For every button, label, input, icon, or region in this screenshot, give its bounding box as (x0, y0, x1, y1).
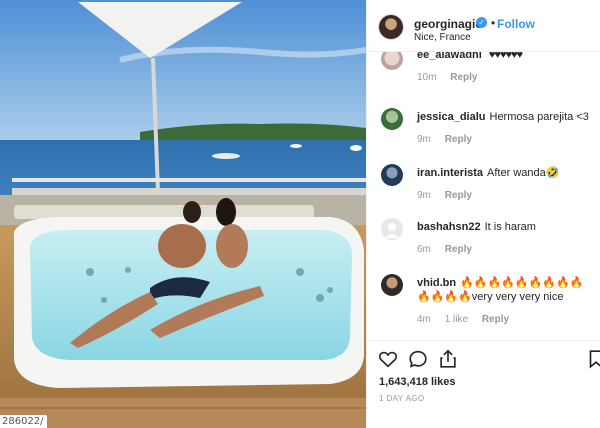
hot-tub-photo (0, 0, 366, 428)
black-heart-icon: ♥ (516, 52, 523, 61)
post-time-ago[interactable]: 1 DAY AGO (379, 394, 425, 403)
default-avatar-icon (385, 223, 399, 238)
comment-icon[interactable] (407, 348, 429, 370)
reply-button[interactable]: Reply (445, 134, 472, 145)
post-photo[interactable]: 286022/ (0, 0, 366, 428)
reply-button[interactable]: Reply (482, 314, 509, 325)
post-actions: 1,643,418 likes (367, 340, 600, 401)
verified-badge-icon: ✓ (476, 17, 487, 28)
like-count[interactable]: 1,643,418 likes (379, 376, 455, 388)
reply-button[interactable]: Reply (450, 72, 477, 83)
comment-username[interactable]: bashahsn22 (417, 221, 481, 233)
commenter-avatar[interactable] (381, 108, 403, 130)
comments-list[interactable]: ee_alawadhi ♥♥♥♥♥♥ 10m Reply jessica_dia… (367, 52, 600, 338)
reply-button[interactable]: Reply (445, 244, 472, 255)
comment-time: 10m (417, 72, 437, 83)
comment-hearts: ♥♥♥♥♥♥ (489, 52, 523, 61)
commenter-avatar[interactable] (381, 164, 403, 186)
header-separator: • (491, 16, 496, 30)
comment-time: 9m (417, 190, 431, 201)
commenter-avatar-placeholder[interactable] (381, 218, 403, 240)
share-icon[interactable] (437, 348, 459, 370)
author-avatar[interactable] (379, 15, 403, 39)
reply-button[interactable]: Reply (445, 190, 472, 201)
comment-text: After wanda🤣 (487, 167, 560, 179)
comment-time: 6m (417, 244, 431, 255)
comment-username[interactable]: vhid.bn (417, 277, 456, 289)
heart-icon[interactable] (377, 348, 399, 370)
photo-id-label: 286022/ (0, 415, 47, 428)
comment-text: It is haram (484, 221, 536, 233)
follow-button[interactable]: Follow (497, 17, 535, 31)
author-username[interactable]: georginagio (414, 17, 483, 31)
comment-like-count[interactable]: 1 like (445, 314, 468, 325)
comment-username[interactable]: jessica_dialu (417, 111, 486, 123)
comment-time: 9m (417, 134, 431, 145)
comment-username[interactable]: ee_alawadhi (417, 52, 482, 61)
post-header: georginagio ✓ • Follow Nice, France (367, 0, 600, 52)
commenter-avatar[interactable] (381, 52, 403, 70)
comment-time: 4m (417, 314, 431, 325)
comment-text: Hermosa parejita <3 (489, 111, 589, 123)
post-side-panel: georginagio ✓ • Follow Nice, France ee_a… (366, 0, 600, 428)
post-location[interactable]: Nice, France (414, 32, 471, 43)
commenter-avatar[interactable] (381, 274, 403, 296)
bookmark-icon[interactable] (585, 348, 600, 370)
comment-username[interactable]: iran.interista (417, 167, 483, 179)
